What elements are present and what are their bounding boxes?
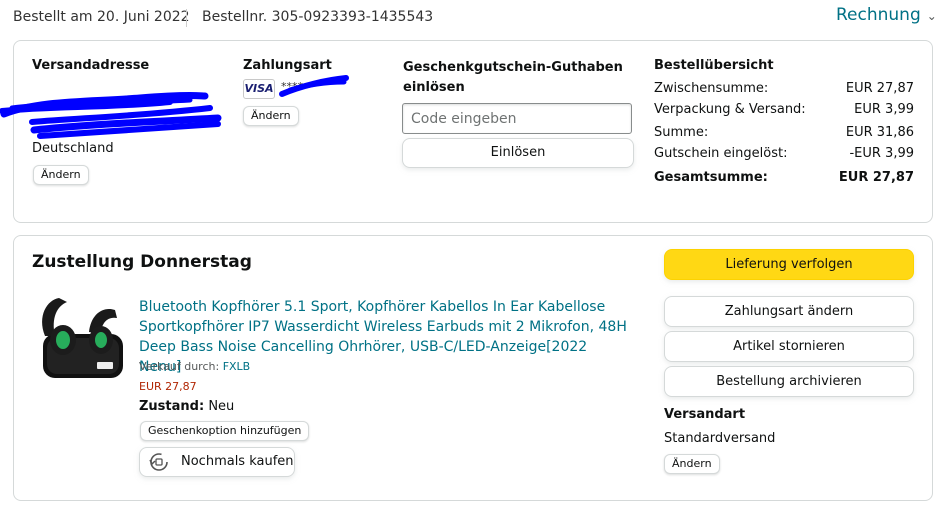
order-number: Bestellnr. 305-0923393-1435543 <box>202 9 434 25</box>
summary-label: Verpackung & Versand: <box>654 102 806 117</box>
summary-value: EUR 3,99 <box>854 102 914 117</box>
summary-value: -EUR 3,99 <box>849 146 914 161</box>
product-image[interactable] <box>37 296 127 382</box>
cancel-item-button[interactable]: Artikel stornieren <box>664 331 914 362</box>
shipping-heading: Versandadresse <box>32 58 150 73</box>
change-payment-small-button[interactable]: Ändern <box>243 106 299 126</box>
gift-option-button[interactable]: Geschenkoption hinzufügen <box>140 421 310 441</box>
buy-again-icon <box>149 453 168 471</box>
invoice-dropdown[interactable]: Rechnung ⌄ <box>836 5 937 25</box>
product-price: EUR 27,87 <box>139 380 197 393</box>
giftcard-heading-line2: einlösen <box>403 80 465 95</box>
summary-label: Summe: <box>654 125 709 140</box>
buy-again-label: Nochmals kaufen <box>181 454 294 469</box>
order-header: Bestellt am 20. Juni 2022 Bestellnr. 305… <box>0 0 950 36</box>
order-date: Bestellt am 20. Juni 2022 <box>13 9 190 25</box>
change-payment-button[interactable]: Zahlungsart ändern <box>664 296 914 327</box>
summary-heading: Bestellübersicht <box>654 58 774 73</box>
summary-value: EUR 27,87 <box>845 81 914 96</box>
summary-label: Gutschein eingelöst: <box>654 146 788 161</box>
condition-label: Zustand: <box>139 399 205 414</box>
shipping-country: Deutschland <box>32 141 114 156</box>
header-divider <box>186 9 187 27</box>
condition-value: Neu <box>208 399 235 414</box>
visa-card-icon: VISA <box>243 79 275 99</box>
product-condition: Zustand: Neu <box>139 399 234 414</box>
buy-again-button[interactable]: Nochmals kaufen <box>139 447 295 477</box>
track-package-button[interactable]: Lieferung verfolgen <box>664 249 914 280</box>
summary-label: Zwischensumme: <box>654 81 769 96</box>
shipping-method-heading: Versandart <box>664 407 746 422</box>
change-shipping-method-button[interactable]: Ändern <box>664 454 720 474</box>
payment-heading: Zahlungsart <box>243 58 332 73</box>
redeem-button[interactable]: Einlösen <box>402 138 634 168</box>
giftcard-heading: Geschenkgutschein-Guthaben einlösen <box>403 58 623 98</box>
redacted-address <box>0 92 222 139</box>
seller-link[interactable]: FXLB <box>223 360 251 373</box>
seller-info: Verkauf durch: FXLB <box>139 360 250 373</box>
giftcard-code-input[interactable] <box>402 103 632 134</box>
summary-value: EUR 31,86 <box>845 125 914 140</box>
change-address-button[interactable]: Ändern <box>33 165 89 185</box>
archive-order-button[interactable]: Bestellung archivieren <box>664 366 914 397</box>
summary-total-value: EUR 27,87 <box>838 170 914 185</box>
shipping-method-value: Standardversand <box>664 431 776 446</box>
giftcard-heading-line1: Geschenkgutschein-Guthaben <box>403 60 623 75</box>
invoice-label: Rechnung <box>836 5 921 25</box>
seller-prefix: Verkauf durch: <box>139 360 223 373</box>
chevron-down-icon: ⌄ <box>926 9 937 23</box>
delivery-title: Zustellung Donnerstag <box>32 252 252 272</box>
summary-total-label: Gesamtsumme: <box>654 170 768 185</box>
redacted-card-number <box>279 75 349 97</box>
